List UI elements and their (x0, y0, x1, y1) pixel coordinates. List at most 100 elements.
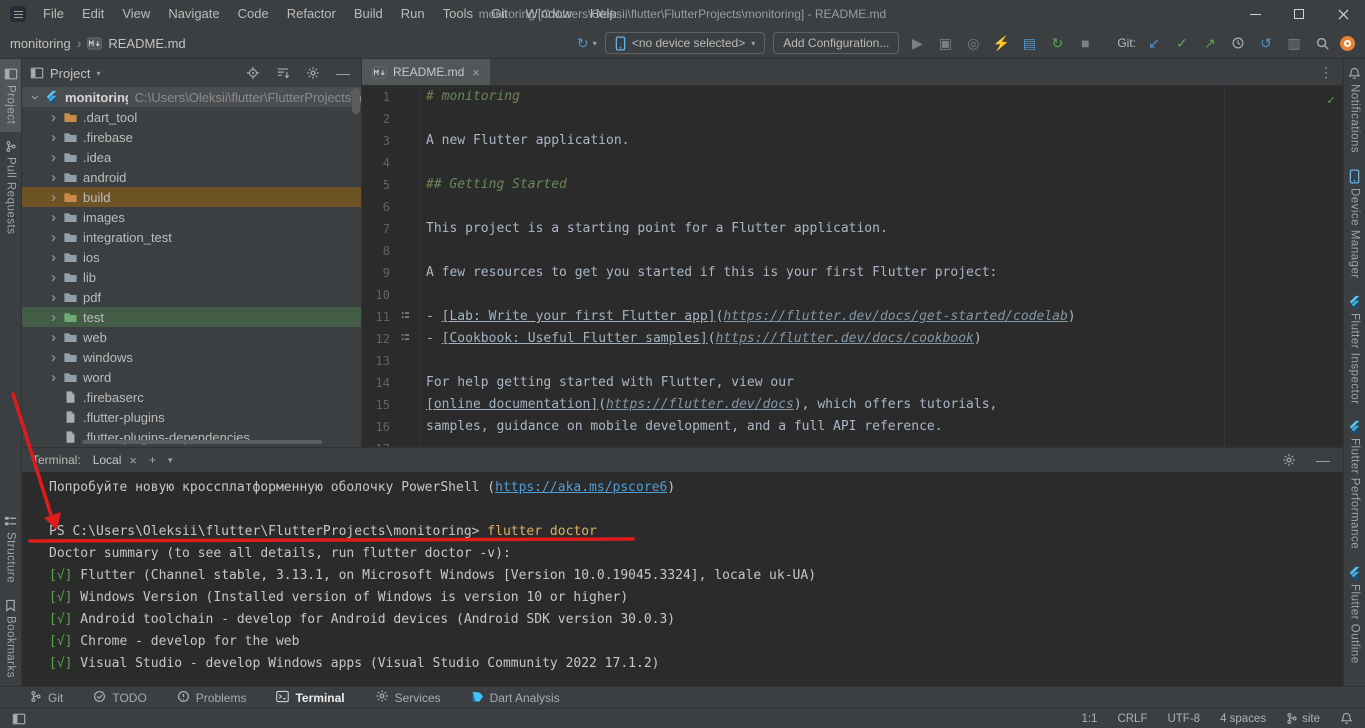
line-ending[interactable]: CRLF (1117, 713, 1147, 725)
tree-item-dart-tool[interactable]: ›.dart_tool (22, 107, 361, 127)
menu-tools[interactable]: Tools (434, 0, 482, 28)
status-left-icon[interactable] (12, 712, 26, 726)
chevron-right-icon[interactable]: › (46, 110, 61, 125)
git-shelf-button[interactable]: ▥ (1284, 32, 1304, 54)
tree-item-firebase[interactable]: ›.firebase (22, 127, 361, 147)
code-link[interactable]: [Lab: Write your first Flutter app] (442, 309, 716, 324)
tree-item-idea[interactable]: ›.idea (22, 147, 361, 167)
toolwindow-todo[interactable]: TODO (93, 690, 146, 706)
tool-button-flutter-inspector[interactable]: Flutter Inspector (1348, 287, 1362, 413)
close-icon[interactable]: × (129, 453, 137, 468)
breadcrumb-project[interactable]: monitoring (10, 36, 71, 51)
git-rollback-button[interactable]: ↺ (1256, 32, 1276, 54)
encoding[interactable]: UTF-8 (1167, 713, 1200, 725)
app-menu-icon[interactable] (10, 6, 26, 22)
status-widget-icon[interactable] (1340, 712, 1353, 725)
device-selector[interactable]: <no device selected> ▾ (605, 32, 765, 54)
maximize-button[interactable] (1277, 0, 1321, 28)
tree-item-web[interactable]: ›web (22, 327, 361, 347)
tree-item-integration-test[interactable]: ›integration_test (22, 227, 361, 247)
new-terminal-button[interactable]: + (149, 453, 156, 467)
chevron-right-icon[interactable]: › (46, 170, 61, 185)
chevron-right-icon[interactable]: › (46, 230, 61, 245)
locate-file-button[interactable] (243, 62, 263, 84)
editor-body[interactable]: 1# monitoring23A new Flutter application… (362, 86, 1343, 447)
chevron-right-icon[interactable]: › (46, 310, 61, 325)
code-link[interactable]: https://flutter.dev/docs (606, 397, 794, 412)
code-link[interactable]: [online documentation] (426, 397, 598, 412)
tool-button-project[interactable]: Project (0, 59, 21, 132)
hide-panel-button[interactable]: — (333, 62, 353, 84)
chevron-right-icon[interactable]: › (46, 270, 61, 285)
toolwindow-dart-analysis[interactable]: Dart Analysis (471, 690, 560, 706)
tree-item-windows[interactable]: ›windows (22, 347, 361, 367)
chevron-down-icon[interactable]: › (28, 90, 43, 105)
run-button[interactable]: ▶ (907, 32, 927, 54)
menu-run[interactable]: Run (392, 0, 434, 28)
hot-restart-button[interactable]: ↻ (1047, 32, 1067, 54)
tree-item-images[interactable]: ›images (22, 207, 361, 227)
tree-item-lib[interactable]: ›lib (22, 267, 361, 287)
terminal-output[interactable]: Попробуйте новую кроссплатформенную обол… (22, 472, 1343, 686)
collapse-all-button[interactable] (273, 62, 293, 84)
profile-button[interactable]: ◎ (963, 32, 983, 54)
menu-refactor[interactable]: Refactor (278, 0, 345, 28)
tree-item-pdf[interactable]: ›pdf (22, 287, 361, 307)
chevron-right-icon[interactable]: › (46, 370, 61, 385)
caret-position[interactable]: 1:1 (1081, 713, 1097, 725)
chevron-right-icon[interactable]: › (46, 210, 61, 225)
tool-button-bookmarks[interactable]: Bookmarks (5, 591, 17, 686)
menu-view[interactable]: View (113, 0, 159, 28)
code-link[interactable]: https://flutter.dev/docs/cookbook (716, 331, 974, 346)
tree-vertical-scrollbar[interactable] (352, 88, 360, 114)
sync-icon[interactable]: ↻ (573, 32, 593, 54)
hide-terminal-button[interactable]: — (1313, 449, 1333, 471)
toolwindow-git[interactable]: Git (30, 690, 63, 706)
toolwindow-problems[interactable]: Problems (177, 690, 247, 706)
tree-item-firebaserc[interactable]: .firebaserc (22, 387, 361, 407)
toolwindow-terminal[interactable]: Terminal (276, 690, 344, 706)
tool-button-flutter-performance[interactable]: Flutter Performance (1348, 412, 1362, 557)
search-icon[interactable] (1312, 32, 1332, 54)
git-update-button[interactable]: ↙ (1144, 32, 1164, 54)
orange-plugin-icon[interactable] (1340, 36, 1355, 51)
menu-edit[interactable]: Edit (73, 0, 113, 28)
git-commit-button[interactable]: ✓ (1172, 32, 1192, 54)
tool-button-structure[interactable]: Structure (4, 507, 17, 591)
chevron-right-icon[interactable]: › (46, 350, 61, 365)
editor-tab-readme[interactable]: README.md × (362, 59, 490, 85)
tree-item-android[interactable]: ›android (22, 167, 361, 187)
tree-item-word[interactable]: ›word (22, 367, 361, 387)
inspection-status-icon[interactable]: ✓ (1327, 90, 1335, 112)
panel-settings-button[interactable] (303, 62, 323, 84)
chevron-down-icon[interactable]: ▾ (168, 455, 173, 466)
git-branch-widget[interactable]: site (1286, 712, 1320, 725)
stop-button[interactable]: ■ (1075, 32, 1095, 54)
tree-item-flutter-plugins[interactable]: .flutter-plugins (22, 407, 361, 427)
menu-code[interactable]: Code (229, 0, 278, 28)
chevron-right-icon[interactable]: › (46, 250, 61, 265)
chevron-right-icon[interactable]: › (46, 290, 61, 305)
toolwindow-services[interactable]: Services (375, 689, 441, 706)
menu-build[interactable]: Build (345, 0, 392, 28)
tool-button-device-manager[interactable]: Device Manager (1349, 161, 1361, 287)
debug-button[interactable]: ▣ (935, 32, 955, 54)
terminal-settings-icon[interactable] (1279, 449, 1299, 471)
tree-item-test[interactable]: ›test (22, 307, 361, 327)
tree-item-flutter-plugins-dependencies[interactable]: .flutter-plugins-dependencies (22, 427, 361, 447)
tool-button-notifications[interactable]: Notifications (1348, 59, 1361, 161)
tab-options-icon[interactable]: ⋮ (1319, 64, 1343, 85)
tool-button-pull-requests[interactable]: Pull Requests (5, 132, 17, 242)
tree-item-project-root[interactable]: ›monitoringC:\Users\Oleksii\flutter\Flut… (22, 87, 361, 107)
breadcrumb-file[interactable]: README.md (108, 36, 185, 51)
terminal-link[interactable]: https://aka.ms/pscore6 (495, 480, 667, 495)
tool-button-flutter-outline[interactable]: Flutter Outline (1348, 558, 1362, 672)
tree-horizontal-scrollbar[interactable] (82, 440, 322, 444)
chevron-right-icon[interactable]: › (46, 190, 61, 205)
close-icon[interactable]: × (472, 65, 480, 80)
close-button[interactable] (1321, 0, 1365, 28)
hot-reload-button[interactable]: ⚡ (991, 32, 1011, 54)
attach-debugger-button[interactable]: ▤ (1019, 32, 1039, 54)
chevron-right-icon[interactable]: › (46, 130, 61, 145)
add-configuration-button[interactable]: Add Configuration... (773, 32, 899, 54)
